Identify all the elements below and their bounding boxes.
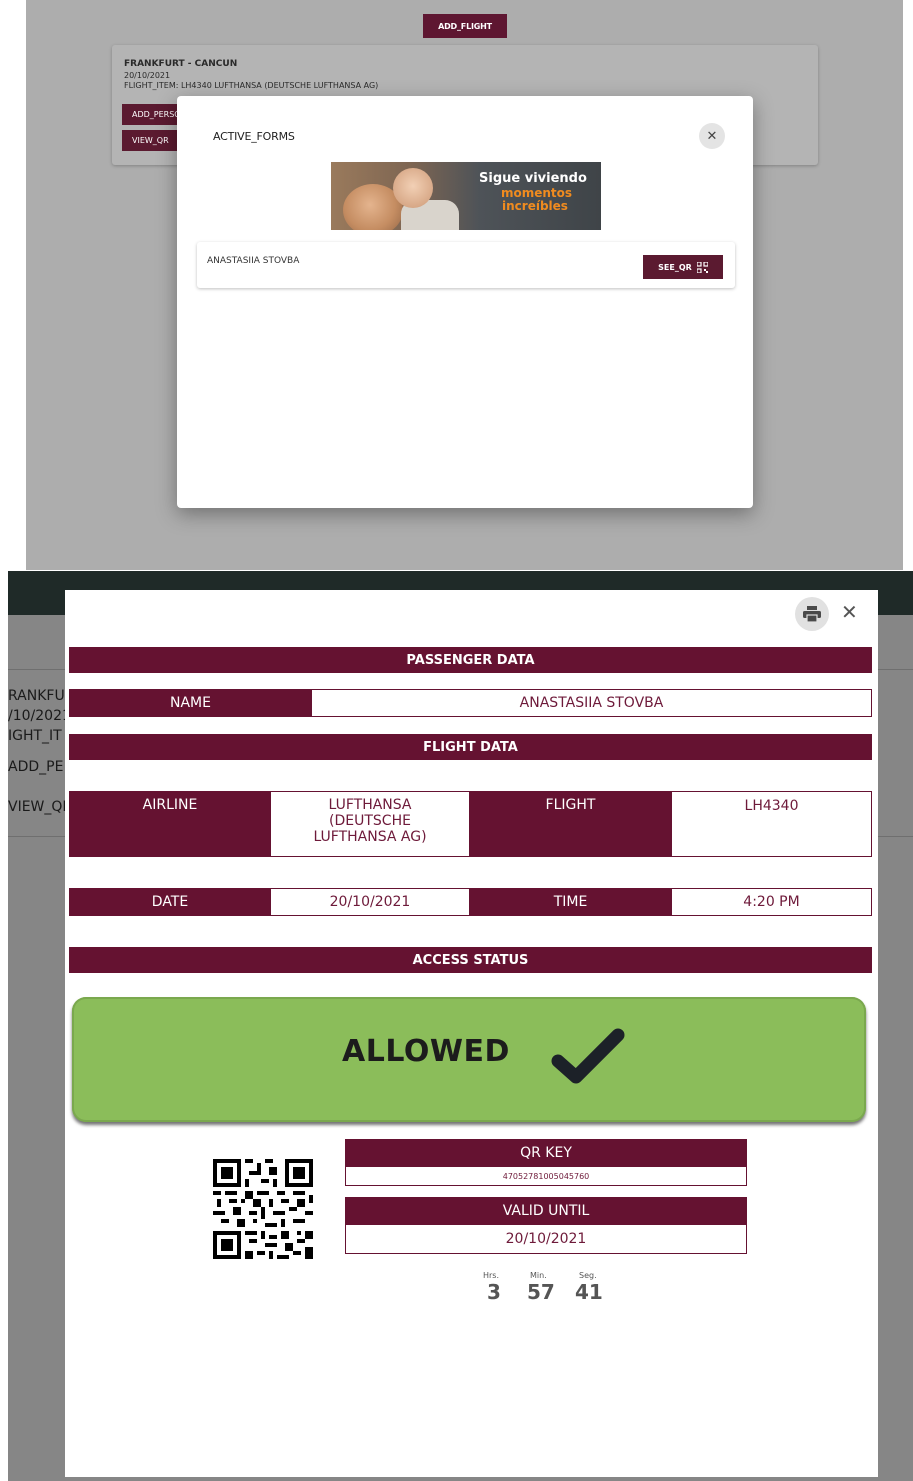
checkmark-icon [551,1028,625,1084]
flight-route: FRANKFURT - CANCUN [124,59,238,69]
flight-item: FLIGHT_ITEM: LH4340 LUFTHANSA (DEUTSCHE … [124,81,379,90]
active-forms-screen: ADD_FLIGHT FRANKFURT - CANCUN 20/10/2021… [26,0,903,570]
flight-data-header: FLIGHT DATA [69,734,872,760]
countdown-minutes-label: Min. [530,1271,547,1280]
qr-key-label: QR KEY [345,1139,747,1167]
name-value: ANASTASIIA STOVBA [311,689,872,717]
airline-value: LUFTHANSA (DEUTSCHE LUFTHANSA AG) [270,791,470,857]
valid-until-label: VALID UNTIL [345,1197,747,1225]
see-qr-label: SEE_QR [658,262,692,272]
countdown-minutes: 57 [527,1280,555,1304]
time-value: 4:20 PM [671,888,872,916]
flight-label: FLIGHT [469,791,672,857]
banner-line-2: momentos [501,186,573,200]
bg-item-fragment: IGHT_IT [8,728,62,744]
valid-until-value: 20/10/2021 [345,1224,747,1254]
flight-value: LH4340 [671,791,872,857]
active-form-row: ANASTASIIA STOVBA SEE_QR [197,242,735,288]
passenger-data-header: PASSENGER DATA [69,647,872,673]
bg-add-person-fragment: ADD_PE [8,759,64,775]
qr-code-image [213,1159,313,1259]
time-label: TIME [469,888,672,916]
modal-title: ACTIVE_FORMS [213,130,295,143]
close-icon[interactable]: ✕ [841,600,858,624]
qr-key-value: 47052781005045760 [345,1166,747,1186]
qr-detail-screen: RANKFU /10/2021 IGHT_IT ADD_PE VIEW_QF ✕… [8,571,913,1481]
countdown-hours: 3 [487,1280,501,1304]
access-status-text: ALLOWED [342,1034,510,1069]
access-status-banner: ALLOWED [72,997,866,1122]
flight-date: 20/10/2021 [124,71,171,80]
active-forms-modal: ACTIVE_FORMS ✕ Sigue viviendo momentos i… [177,96,753,508]
date-value: 20/10/2021 [270,888,470,916]
banner-child-face [393,168,433,208]
countdown-seconds: 41 [575,1280,603,1304]
airline-label: AIRLINE [69,791,271,857]
add-person-button[interactable]: ADD_PERSON [122,104,182,125]
passenger-name: ANASTASIIA STOVBA [207,256,300,266]
bg-view-qr-fragment: VIEW_QF [8,799,71,815]
see-qr-button[interactable]: SEE_QR [643,255,723,279]
banner-line-1: Sigue viviendo [479,171,587,186]
name-label: NAME [69,689,312,717]
promo-banner[interactable]: Sigue viviendo momentos increíbles [331,162,601,230]
qr-detail-modal: ✕ PASSENGER DATA NAME ANASTASIIA STOVBA … [65,590,878,1477]
close-icon[interactable]: ✕ [699,123,725,149]
add-flight-button[interactable]: ADD_FLIGHT [423,14,507,38]
bg-date-fragment: /10/2021 [8,708,71,724]
countdown-hours-label: Hrs. [483,1271,500,1280]
qr-code-icon [696,261,708,273]
view-qr-button[interactable]: VIEW_QR [122,130,182,151]
bg-route-fragment: RANKFU [8,688,65,704]
date-label: DATE [69,888,271,916]
countdown-seconds-label: Seg. [579,1271,597,1280]
banner-line-3: increíbles [502,199,568,213]
access-status-header: ACCESS STATUS [69,947,872,973]
print-icon[interactable] [795,597,829,631]
